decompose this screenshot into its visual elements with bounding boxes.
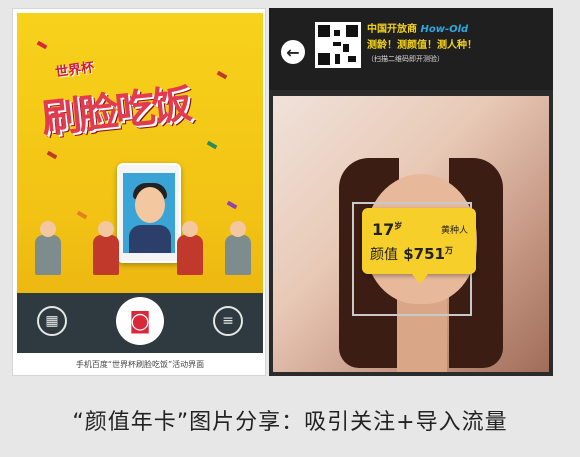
qr-code xyxy=(315,22,361,68)
cartoon-figure xyxy=(93,221,119,275)
promo-line-1: 中国开放商 How-Old xyxy=(367,24,469,35)
cartoon-figure xyxy=(35,221,61,275)
promo-header: ← 中国开放商 How-Old 测龄！测颜值！测人种！ （扫描二维码即开测验） xyxy=(269,8,553,90)
poster-small-title: 世界杯 xyxy=(54,60,96,81)
confetti xyxy=(46,150,58,160)
age-value: 17岁 xyxy=(372,220,403,239)
right-phone-screenshot: ← 中国开放商 How-Old 测龄！测颜值！测人种！ （扫描二维码即开测验） xyxy=(269,8,553,376)
race-label: 黄种人 xyxy=(440,226,468,236)
back-arrow-icon[interactable]: ← xyxy=(281,40,305,64)
camera-button[interactable]: ◙ xyxy=(116,297,164,345)
promo-line-3: （扫描二维码即开测验） xyxy=(367,55,444,63)
camera-icon: ◙ xyxy=(129,308,151,334)
bottom-toolbar: ▦ ◙ ≡ xyxy=(17,293,263,353)
phone-illustration xyxy=(117,163,181,263)
gallery-icon[interactable]: ▦ xyxy=(37,306,67,336)
confetti xyxy=(226,200,238,210)
promo-line-2: 测龄！测颜值！测人种！ xyxy=(367,40,477,51)
left-phone-screenshot: 世界杯 刷脸吃饭 ▦ ◙ ≡ 手机百度“世界杯刷脸吃饭”活动界面 xyxy=(12,8,266,376)
confetti xyxy=(216,70,228,80)
avatar-body xyxy=(129,225,171,253)
result-badge: 17岁 黄种人 颜值 $751万 xyxy=(362,208,476,284)
cartoon-figure xyxy=(225,221,251,275)
slide-caption: “颜值年卡”图片分享：吸引关注+导入流量 xyxy=(72,410,508,435)
poster-main-title: 刷脸吃饭 xyxy=(39,81,192,143)
avatar-face xyxy=(135,187,165,223)
confetti xyxy=(76,210,88,220)
score-value: 颜值 $751万 xyxy=(370,245,453,263)
left-caption: 手机百度“世界杯刷脸吃饭”活动界面 xyxy=(75,360,205,369)
menu-icon[interactable]: ≡ xyxy=(213,306,243,336)
slide: 世界杯 刷脸吃饭 ▦ ◙ ≡ 手机百度“世界杯刷脸吃饭”活动界面 ← 中国开放商… xyxy=(0,0,580,457)
confetti xyxy=(206,140,218,150)
phone-screen xyxy=(123,173,175,253)
cartoon-figure xyxy=(177,221,203,275)
portrait-photo: 17岁 黄种人 颜值 $751万 xyxy=(273,96,549,372)
confetti xyxy=(36,40,48,50)
